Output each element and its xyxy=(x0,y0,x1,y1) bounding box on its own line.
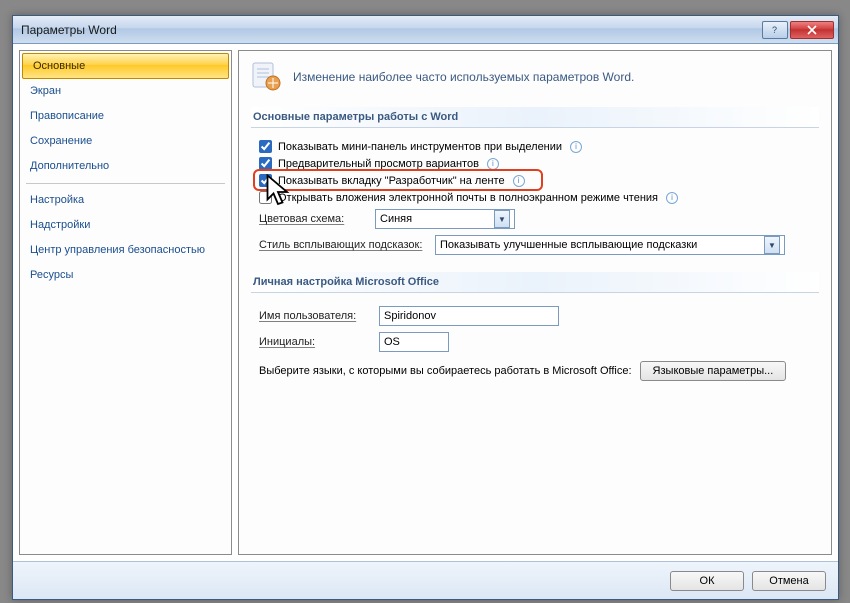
help-button[interactable]: ? xyxy=(762,21,788,39)
username-row: Имя пользователя: xyxy=(259,303,811,329)
window-controls: ? xyxy=(762,21,834,39)
close-icon xyxy=(807,25,817,35)
cancel-button[interactable]: Отмена xyxy=(752,571,826,591)
sidebar-item-proofing[interactable]: Правописание xyxy=(20,104,231,129)
dialog-content: Основные Экран Правописание Сохранение Д… xyxy=(13,44,838,561)
initials-row: Инициалы: xyxy=(259,329,811,355)
initials-input[interactable] xyxy=(379,332,449,352)
sidebar-item-trust-center[interactable]: Центр управления безопасностью xyxy=(20,238,231,263)
panel-header: Изменение наиболее часто используемых па… xyxy=(251,61,819,93)
chevron-down-icon: ▼ xyxy=(494,210,510,228)
chevron-down-icon: ▼ xyxy=(764,236,780,254)
ok-button[interactable]: ОК xyxy=(670,571,744,591)
color-scheme-row: Цветовая схема: Синяя ▼ xyxy=(259,206,811,232)
sidebar-item-display[interactable]: Экран xyxy=(20,79,231,104)
checkbox-developer-row: Показывать вкладку "Разработчик" на лент… xyxy=(259,172,811,189)
checkbox-minipanel-row: Показывать мини-панель инструментов при … xyxy=(259,138,811,155)
svg-text:?: ? xyxy=(772,25,777,35)
close-button[interactable] xyxy=(790,21,834,39)
checkbox-livepreview[interactable] xyxy=(259,157,272,170)
info-icon[interactable]: i xyxy=(570,141,582,153)
username-input[interactable] xyxy=(379,306,559,326)
color-scheme-combo[interactable]: Синяя ▼ xyxy=(375,209,515,229)
section-personal-heading: Личная настройка Microsoft Office xyxy=(251,272,819,293)
tooltip-style-row: Стиль всплывающих подсказок: Показывать … xyxy=(259,232,811,258)
checkbox-livepreview-row: Предварительный просмотр вариантов i xyxy=(259,155,811,172)
language-row: Выберите языки, с которыми вы собираетес… xyxy=(259,355,811,381)
section-personal: Имя пользователя: Инициалы: Выберите язы… xyxy=(251,303,819,395)
info-icon[interactable]: i xyxy=(487,158,499,170)
section-general-heading: Основные параметры работы с Word xyxy=(251,107,819,128)
color-scheme-value: Синяя xyxy=(380,213,412,225)
checkbox-minipanel[interactable] xyxy=(259,140,272,153)
checkbox-livepreview-label: Предварительный просмотр вариантов xyxy=(278,158,479,170)
info-icon[interactable]: i xyxy=(666,192,678,204)
tooltip-style-label: Стиль всплывающих подсказок: xyxy=(259,239,429,251)
checkbox-developer[interactable] xyxy=(259,174,272,187)
sidebar-item-general[interactable]: Основные xyxy=(22,53,229,79)
sidebar-separator xyxy=(26,183,225,184)
options-dialog: Параметры Word ? Основные Экран Правопис… xyxy=(12,15,839,600)
username-label: Имя пользователя: xyxy=(259,310,373,322)
checkbox-fullscreen-row: Открывать вложения электронной почты в п… xyxy=(259,189,811,206)
checkbox-minipanel-label: Показывать мини-панель инструментов при … xyxy=(278,141,562,153)
sidebar-item-customize[interactable]: Настройка xyxy=(20,188,231,213)
sidebar-item-save[interactable]: Сохранение xyxy=(20,129,231,154)
tooltip-style-value: Показывать улучшенные всплывающие подска… xyxy=(440,239,697,251)
category-sidebar: Основные Экран Правописание Сохранение Д… xyxy=(19,50,232,555)
dialog-footer: ОК Отмена xyxy=(13,561,838,599)
sidebar-item-resources[interactable]: Ресурсы xyxy=(20,263,231,288)
tooltip-style-combo[interactable]: Показывать улучшенные всплывающие подска… xyxy=(435,235,785,255)
checkbox-developer-label: Показывать вкладку "Разработчик" на лент… xyxy=(278,175,505,187)
titlebar: Параметры Word ? xyxy=(13,16,838,44)
help-icon: ? xyxy=(770,25,780,35)
settings-icon xyxy=(251,61,283,93)
settings-panel: Изменение наиболее часто используемых па… xyxy=(238,50,832,555)
panel-header-text: Изменение наиболее часто используемых па… xyxy=(293,70,634,84)
language-settings-button[interactable]: Языковые параметры... xyxy=(640,361,787,381)
window-title: Параметры Word xyxy=(21,23,762,37)
info-icon[interactable]: i xyxy=(513,175,525,187)
color-scheme-label: Цветовая схема: xyxy=(259,213,369,225)
section-general: Показывать мини-панель инструментов при … xyxy=(251,138,819,272)
initials-label: Инициалы: xyxy=(259,336,373,348)
language-prompt: Выберите языки, с которыми вы собираетес… xyxy=(259,365,632,377)
checkbox-fullscreen-label: Открывать вложения электронной почты в п… xyxy=(278,192,658,204)
sidebar-item-advanced[interactable]: Дополнительно xyxy=(20,154,231,179)
checkbox-fullscreen[interactable] xyxy=(259,191,272,204)
sidebar-item-addins[interactable]: Надстройки xyxy=(20,213,231,238)
